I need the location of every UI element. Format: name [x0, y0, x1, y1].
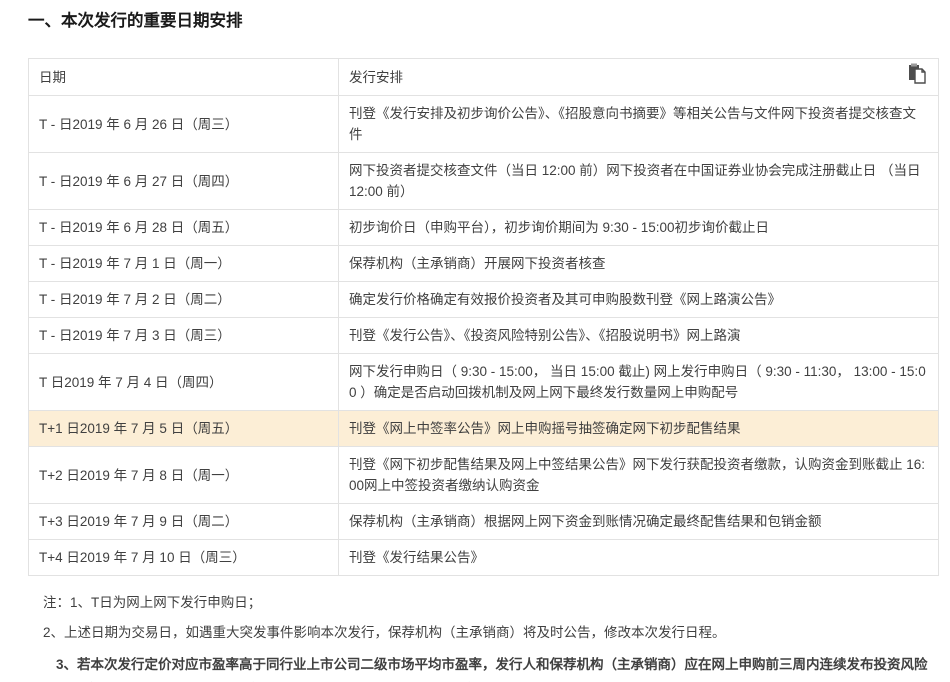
date-cell: T 日2019 年 7 月 4 日（周四）: [29, 354, 339, 411]
date-cell: T - 日2019 年 6 月 26 日（周三）: [29, 96, 339, 153]
copy-icon[interactable]: [908, 63, 926, 84]
date-cell: T+2 日2019 年 7 月 8 日（周一）: [29, 447, 339, 504]
note-2: 2、上述日期为交易日，如遇重大突发事件影响本次发行，保荐机构（主承销商）将及时公…: [43, 622, 938, 643]
arrangement-cell: 刊登《网下初步配售结果及网上中签结果公告》网下发行获配投资者缴款，认购资金到账截…: [339, 447, 939, 504]
table-row: T - 日2019 年 7 月 3 日（周三） 刊登《发行公告》、《投资风险特别…: [29, 318, 939, 354]
date-cell: T - 日2019 年 7 月 1 日（周一）: [29, 246, 339, 282]
announcement-page: 一、本次发行的重要日期安排 日期 发行安排: [0, 0, 950, 682]
arrangement-cell: 初步询价日（申购平台），初步询价期间为 9:30 - 15:00初步询价截止日: [339, 210, 939, 246]
table-header-row: 日期 发行安排: [29, 59, 939, 96]
arrangement-cell: 确定发行价格确定有效报价投资者及其可申购股数刊登《网上路演公告》: [339, 282, 939, 318]
arrangement-cell: 刊登《发行公告》、《投资风险特别公告》、《招股说明书》网上路演: [339, 318, 939, 354]
table-row: T+4 日2019 年 7 月 10 日（周三） 刊登《发行结果公告》: [29, 540, 939, 576]
table-row: T 日2019 年 7 月 4 日（周四） 网下发行申购日（ 9:30 - 15…: [29, 354, 939, 411]
arrangement-cell: 刊登《发行结果公告》: [339, 540, 939, 576]
note-1: 注：1、T日为网上网下发行申购日；: [43, 592, 938, 613]
date-column-header: 日期: [29, 59, 339, 96]
arrangement-header-label: 发行安排: [349, 70, 403, 85]
table-row-highlighted: T+1 日2019 年 7 月 5 日（周五） 刊登《网上中签率公告》网上申购摇…: [29, 411, 939, 447]
arrangement-cell: 网下发行申购日（ 9:30 - 15:00， 当日 15:00 截止) 网上发行…: [339, 354, 939, 411]
arrangement-column-header: 发行安排: [339, 59, 939, 96]
table-row: T+2 日2019 年 7 月 8 日（周一） 刊登《网下初步配售结果及网上中签…: [29, 447, 939, 504]
date-cell: T - 日2019 年 6 月 28 日（周五）: [29, 210, 339, 246]
date-cell: T - 日2019 年 6 月 27 日（周四）: [29, 153, 339, 210]
note-3: 3、若本次发行定价对应市盈率高于同行业上市公司二级市场平均市盈率，发行人和保荐机…: [20, 652, 938, 682]
page-title: 一、本次发行的重要日期安排: [28, 10, 938, 32]
date-cell: T - 日2019 年 7 月 2 日（周二）: [29, 282, 339, 318]
notes-section: 注：1、T日为网上网下发行申购日； 2、上述日期为交易日，如遇重大突发事件影响本…: [28, 592, 938, 682]
arrangement-cell: 刊登《网上中签率公告》网上申购摇号抽签确定网下初步配售结果: [339, 411, 939, 447]
table-row: T - 日2019 年 6 月 28 日（周五） 初步询价日（申购平台），初步询…: [29, 210, 939, 246]
arrangement-cell: 保荐机构（主承销商）开展网下投资者核查: [339, 246, 939, 282]
table-row: T - 日2019 年 7 月 1 日（周一） 保荐机构（主承销商）开展网下投资…: [29, 246, 939, 282]
table-body: T - 日2019 年 6 月 26 日（周三） 刊登《发行安排及初步询价公告》…: [29, 96, 939, 576]
table-row: T - 日2019 年 6 月 26 日（周三） 刊登《发行安排及初步询价公告》…: [29, 96, 939, 153]
table-row: T - 日2019 年 7 月 2 日（周二） 确定发行价格确定有效报价投资者及…: [29, 282, 939, 318]
table-row: T+3 日2019 年 7 月 9 日（周二） 保荐机构（主承销商）根据网上网下…: [29, 504, 939, 540]
date-cell: T+3 日2019 年 7 月 9 日（周二）: [29, 504, 339, 540]
date-cell: T+1 日2019 年 7 月 5 日（周五）: [29, 411, 339, 447]
date-cell: T - 日2019 年 7 月 3 日（周三）: [29, 318, 339, 354]
arrangement-cell: 刊登《发行安排及初步询价公告》、《招股意向书摘要》等相关公告与文件网下投资者提交…: [339, 96, 939, 153]
date-cell: T+4 日2019 年 7 月 10 日（周三）: [29, 540, 339, 576]
arrangement-cell: 网下投资者提交核查文件（当日 12:00 前）网下投资者在中国证券业协会完成注册…: [339, 153, 939, 210]
table-row: T - 日2019 年 6 月 27 日（周四） 网下投资者提交核查文件（当日 …: [29, 153, 939, 210]
arrangement-cell: 保荐机构（主承销商）根据网上网下资金到账情况确定最终配售结果和包销金额: [339, 504, 939, 540]
issuance-schedule-table: 日期 发行安排 T - 日2019 年 6 月 26 日（周三） 刊登: [28, 58, 939, 576]
